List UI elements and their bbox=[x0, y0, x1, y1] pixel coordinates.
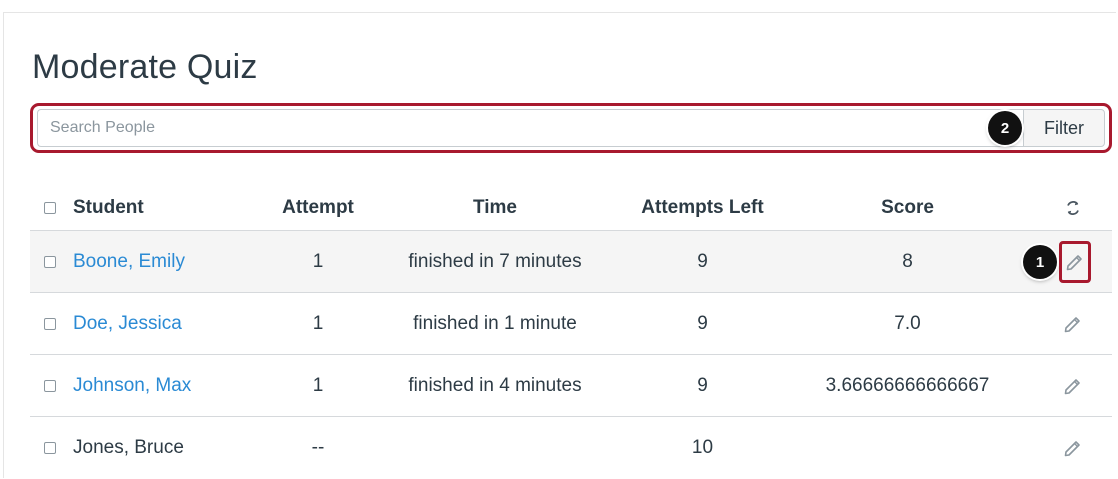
score-cell bbox=[790, 417, 1025, 479]
table-header-row: Student Attempt Time Attempts Left Score bbox=[30, 185, 1112, 231]
table-row: Doe, Jessica 1 finished in 1 minute 9 7.… bbox=[30, 293, 1112, 355]
pencil-icon bbox=[1066, 254, 1082, 270]
students-table: Student Attempt Time Attempts Left Score… bbox=[30, 185, 1112, 479]
attempt-cell: 1 bbox=[312, 312, 324, 334]
pencil-icon bbox=[1064, 316, 1080, 332]
table-row: Jones, Bruce -- 10 bbox=[30, 417, 1112, 479]
edit-button[interactable] bbox=[1055, 368, 1091, 404]
student-cell: Boone, Emily bbox=[73, 231, 273, 292]
header-attempts-left: Attempts Left bbox=[641, 196, 764, 218]
header-refresh-cell bbox=[1055, 185, 1091, 230]
student-cell: Johnson, Max bbox=[73, 355, 273, 416]
action-cell bbox=[1055, 293, 1091, 354]
score-cell: 3.66666666666667 bbox=[825, 374, 990, 396]
filter-button[interactable]: Filter bbox=[1023, 109, 1105, 147]
student-link[interactable]: Johnson, Max bbox=[73, 375, 191, 397]
row-checkbox-cell bbox=[40, 355, 60, 416]
time-cell: finished in 1 minute bbox=[413, 312, 577, 334]
row-checkbox[interactable] bbox=[44, 379, 56, 392]
attempts-left-cell: 9 bbox=[697, 374, 708, 396]
time-cell: finished in 7 minutes bbox=[408, 250, 582, 272]
attempts-left-cell: 10 bbox=[691, 437, 714, 458]
callout-badge-2: 2 bbox=[988, 111, 1022, 145]
edit-button[interactable] bbox=[1059, 240, 1091, 283]
search-highlight-box: Filter bbox=[30, 103, 1112, 153]
row-checkbox[interactable] bbox=[44, 317, 56, 330]
edit-button[interactable] bbox=[1055, 430, 1091, 466]
action-cell bbox=[1055, 355, 1091, 416]
attempts-left-cell: 9 bbox=[697, 312, 708, 334]
refresh-icon[interactable] bbox=[1064, 199, 1082, 217]
action-cell bbox=[1055, 231, 1091, 292]
callout-badge-1: 1 bbox=[1023, 245, 1057, 279]
attempt-cell: 1 bbox=[312, 374, 324, 396]
student-name: Jones, Bruce bbox=[73, 437, 184, 458]
row-checkbox[interactable] bbox=[44, 442, 56, 454]
table-row: Johnson, Max 1 finished in 4 minutes 9 3… bbox=[30, 355, 1112, 417]
header-score: Score bbox=[881, 196, 934, 218]
search-people-input[interactable] bbox=[37, 109, 1027, 147]
student-link[interactable]: Doe, Jessica bbox=[73, 313, 182, 335]
score-cell: 8 bbox=[902, 250, 913, 272]
pencil-icon bbox=[1064, 441, 1080, 457]
select-all-checkbox[interactable] bbox=[44, 201, 56, 214]
edit-button[interactable] bbox=[1055, 306, 1091, 342]
attempt-cell: 1 bbox=[312, 250, 324, 272]
attempts-left-cell: 9 bbox=[697, 250, 708, 272]
time-cell bbox=[370, 417, 620, 479]
action-cell bbox=[1055, 417, 1091, 479]
row-checkbox-cell bbox=[40, 417, 60, 479]
table-row: Boone, Emily 1 finished in 7 minutes 9 8 bbox=[30, 231, 1112, 293]
attempt-cell: -- bbox=[311, 437, 325, 458]
page-title: Moderate Quiz bbox=[32, 48, 258, 86]
header-attempt: Attempt bbox=[282, 196, 354, 218]
score-cell: 7.0 bbox=[894, 312, 921, 334]
student-cell: Jones, Bruce bbox=[73, 417, 273, 479]
row-checkbox-cell bbox=[40, 293, 60, 354]
time-cell: finished in 4 minutes bbox=[408, 374, 582, 396]
student-link[interactable]: Boone, Emily bbox=[73, 251, 185, 273]
row-checkbox-cell bbox=[40, 231, 60, 292]
row-checkbox[interactable] bbox=[44, 255, 56, 268]
header-time: Time bbox=[472, 196, 517, 218]
header-student: Student bbox=[73, 196, 144, 218]
student-cell: Doe, Jessica bbox=[73, 293, 273, 354]
pencil-icon bbox=[1064, 378, 1080, 394]
select-all-cell bbox=[40, 185, 60, 230]
